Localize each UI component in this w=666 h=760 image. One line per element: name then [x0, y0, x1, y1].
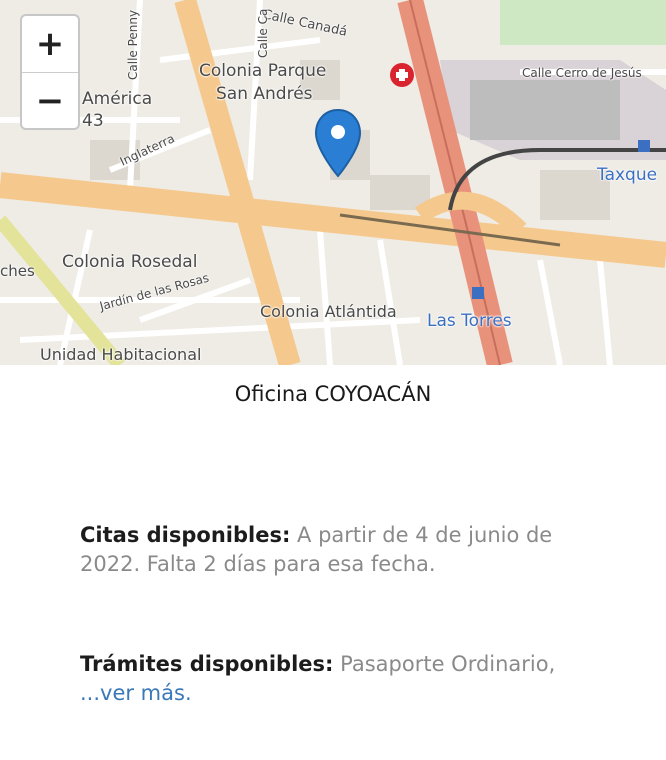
zoom-in-button[interactable]: +	[22, 16, 78, 72]
metro-icon	[638, 140, 650, 152]
ver-mas-link[interactable]: ...ver más.	[80, 681, 192, 705]
zoom-control: + −	[20, 14, 80, 130]
map-label: San Andrés	[216, 84, 313, 104]
map-label: Calle Cerro de Jesús	[522, 66, 642, 80]
map-label: Calle Penny	[126, 9, 140, 80]
tramites-value: Pasaporte Ordinario,	[340, 652, 556, 676]
map[interactable]: Calle Canadá Colonia Parque San Andrés A…	[0, 0, 666, 365]
map-label: 43	[82, 111, 104, 131]
citas-info: Citas disponibles: A partir de 4 de juni…	[80, 521, 600, 579]
metro-icon	[472, 287, 484, 299]
map-label: ches	[0, 262, 35, 280]
map-label: Colonia Parque	[199, 61, 327, 81]
map-label: Las Torres	[427, 311, 512, 331]
map-label: América	[82, 89, 153, 109]
map-label: Calle Ca	[256, 8, 270, 58]
map-label: Unidad Habitacional	[40, 345, 202, 364]
tramites-info: Trámites disponibles: Pasaporte Ordinari…	[80, 650, 600, 708]
office-title: Oficina COYOACÁN	[234, 382, 432, 406]
office-card: Calle Canadá Colonia Parque San Andrés A…	[0, 0, 666, 760]
zoom-out-button[interactable]: −	[22, 73, 78, 129]
citas-label: Citas disponibles:	[80, 523, 291, 547]
tramites-label: Trámites disponibles:	[80, 652, 334, 676]
map-label: Taxque	[597, 165, 658, 185]
map-label: Colonia Atlántida	[260, 302, 397, 321]
map-label: Colonia Rosedal	[62, 252, 198, 272]
